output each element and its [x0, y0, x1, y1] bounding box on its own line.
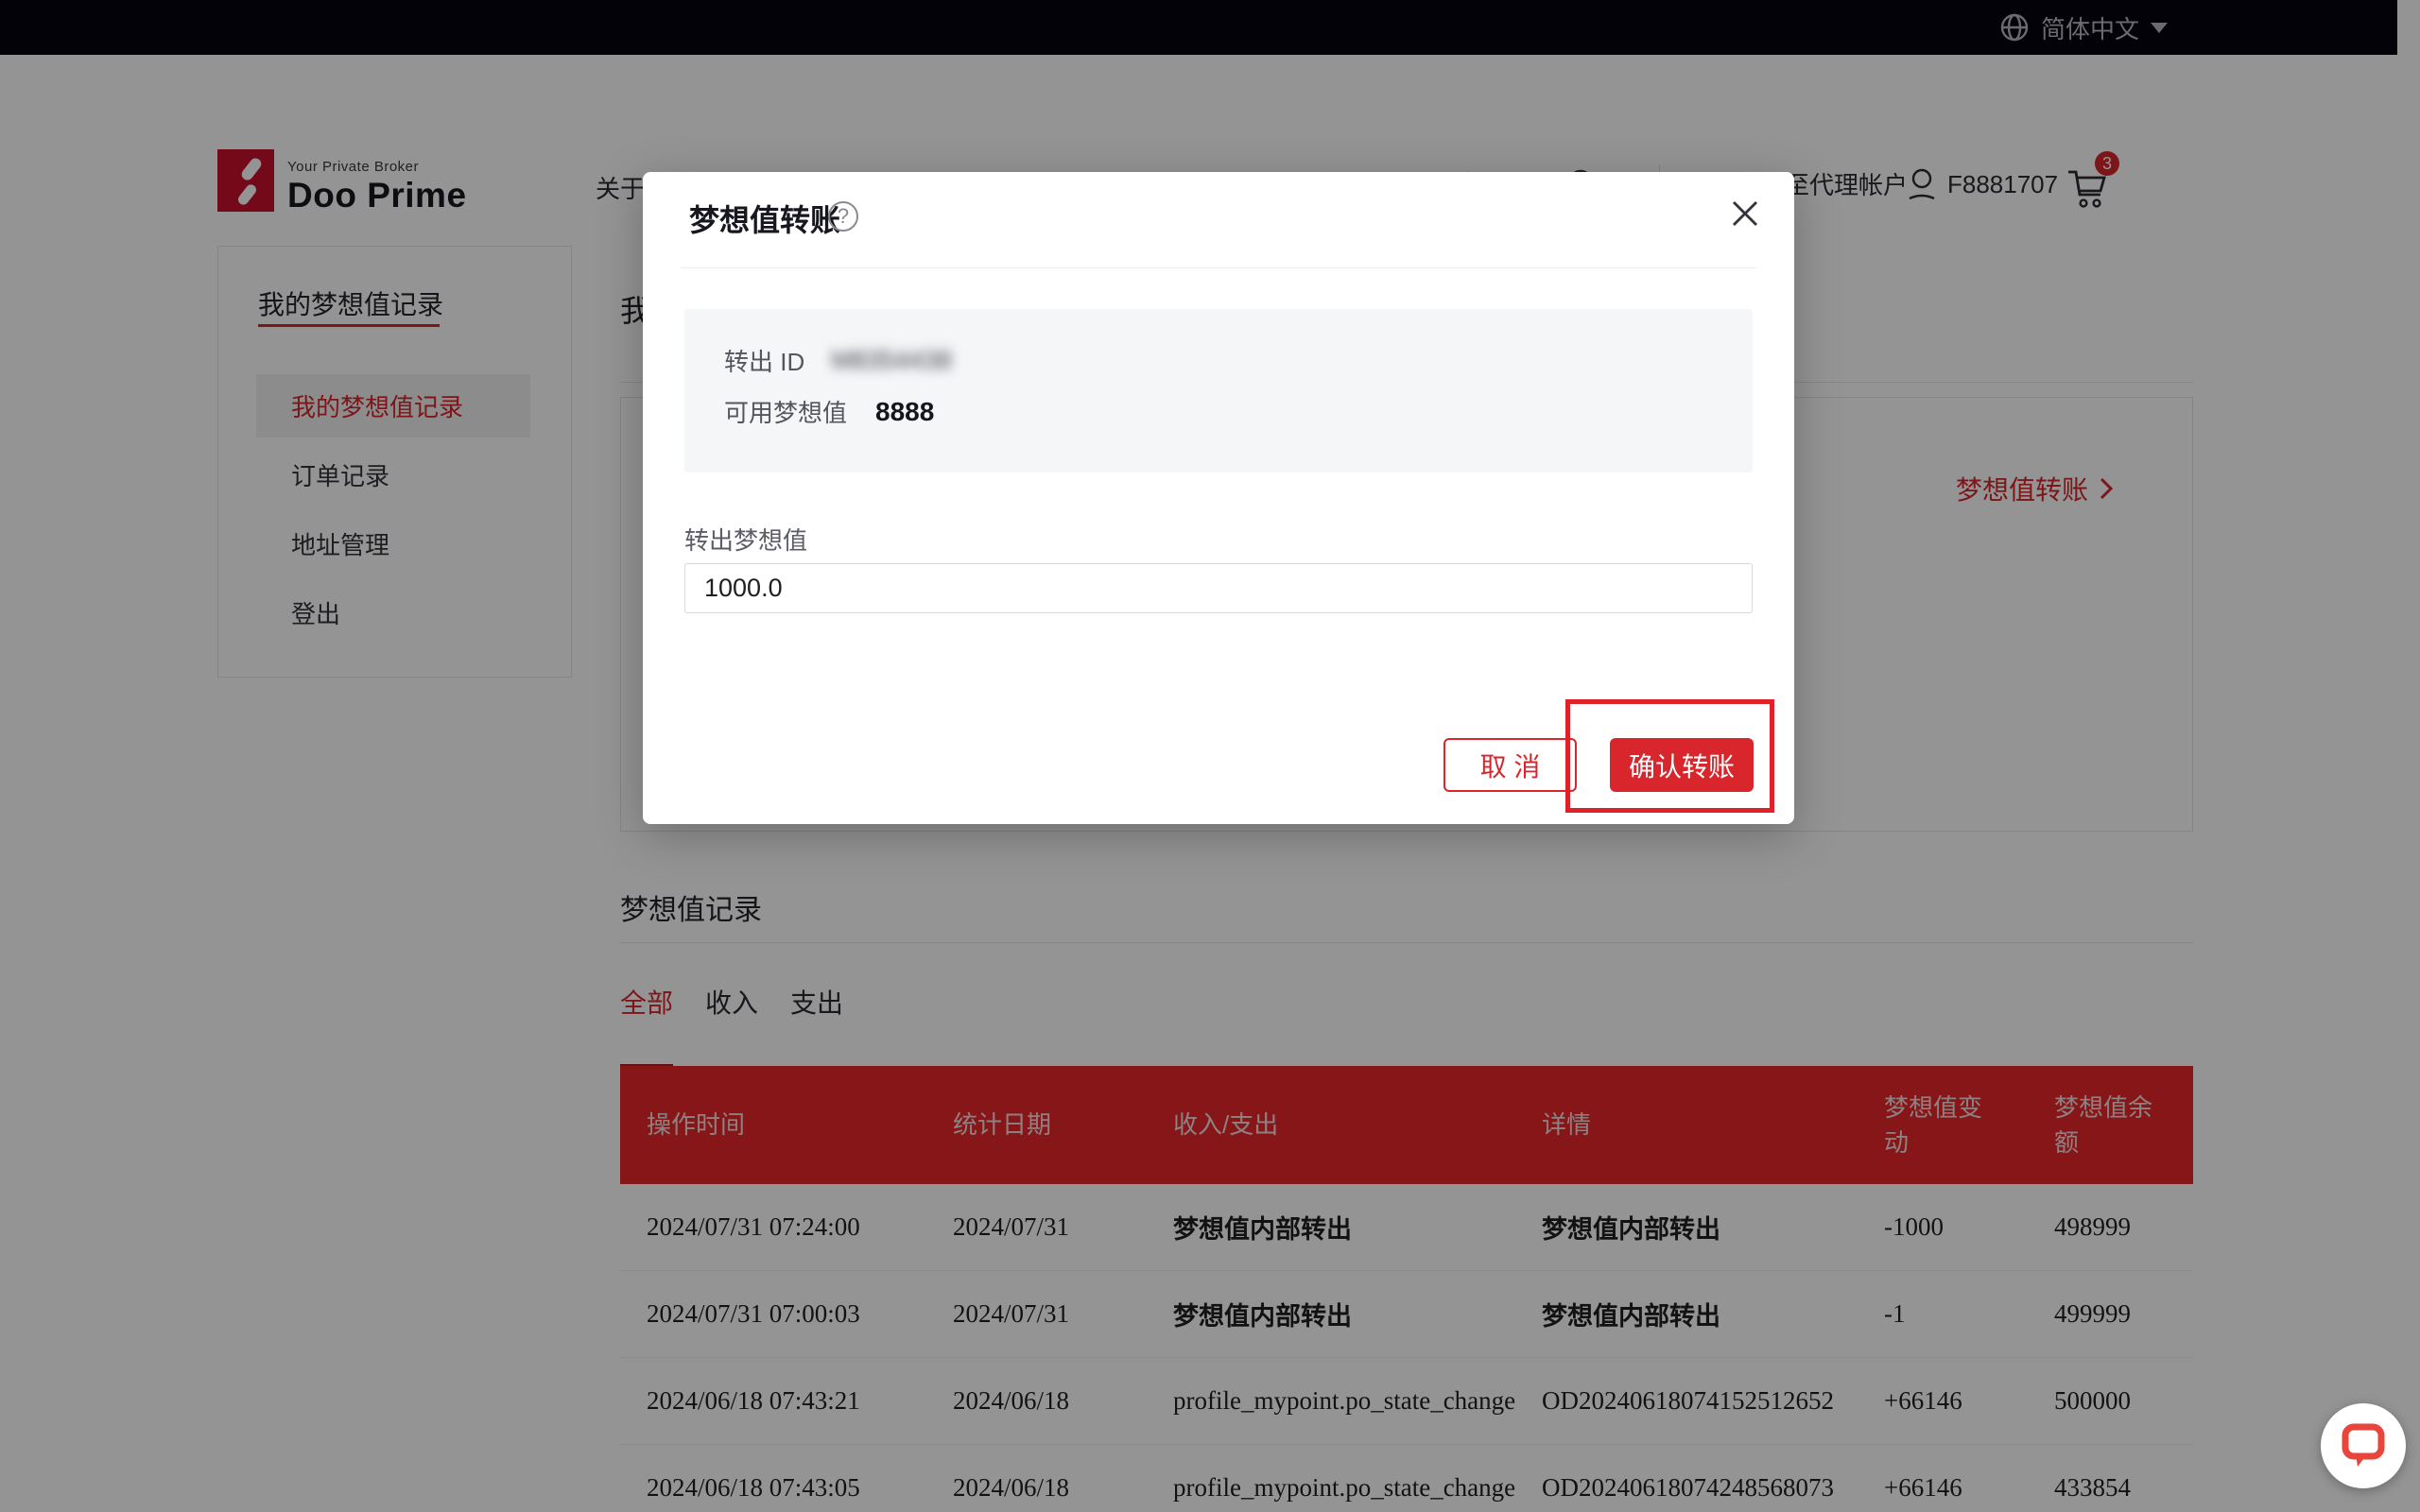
transfer-id-value: M8354438 — [831, 346, 952, 375]
transfer-id-label: 转出 ID — [724, 343, 804, 378]
modal-title: 梦想值转账 — [689, 197, 840, 240]
help-icon[interactable]: ? — [828, 201, 858, 232]
page: 简体中文 Your Private Broker Doo Prime 关于理想家… — [0, 0, 2420, 1512]
transfer-amount-label: 转出梦想值 — [684, 522, 807, 557]
transfer-amount-input[interactable] — [684, 563, 1753, 613]
modal-divider — [681, 267, 1756, 268]
close-icon[interactable] — [1728, 197, 1762, 231]
cancel-button[interactable]: 取 消 — [1443, 738, 1577, 792]
live-chat-button[interactable] — [2321, 1403, 2406, 1488]
confirm-button-highlight-box — [1565, 699, 1774, 813]
available-dream-value-label: 可用梦想值 — [724, 394, 847, 429]
available-dream-value: 8888 — [875, 397, 934, 427]
chat-bubble-icon — [2341, 1422, 2386, 1469]
transfer-info-box: 转出 ID M8354438 可用梦想值 8888 — [684, 309, 1753, 472]
